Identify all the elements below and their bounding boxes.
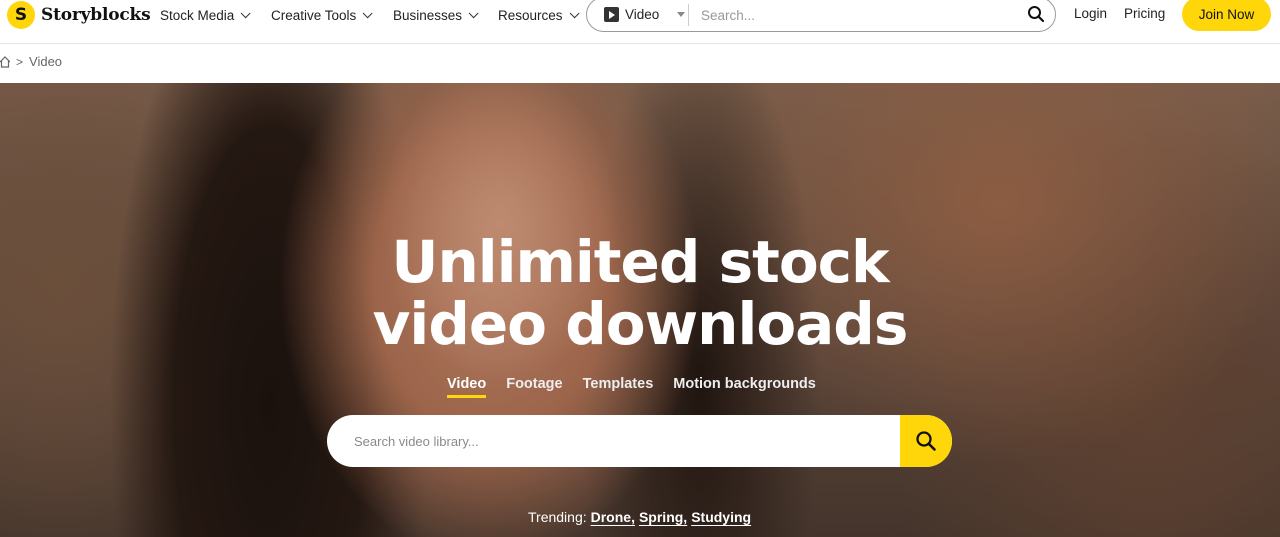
hero-content: Unlimited stock video downloads Video Fo… [0, 83, 1280, 537]
nav-item-businesses[interactable]: Businesses [393, 6, 479, 24]
tab-motion-backgrounds[interactable]: Motion backgrounds [673, 376, 816, 398]
header-search-bar: Video [586, 0, 1056, 32]
nav-item-creative-tools[interactable]: Creative Tools [271, 6, 373, 24]
chevron-down-icon [362, 7, 373, 18]
hero-search-button[interactable] [900, 415, 952, 467]
hero-headline: Unlimited stock video downloads [0, 231, 1280, 355]
login-link[interactable]: Login [1074, 6, 1107, 21]
video-search-input[interactable] [354, 430, 894, 452]
tab-footage[interactable]: Footage [506, 376, 562, 398]
headline-line: Unlimited stock [391, 228, 889, 296]
hero-section: Unlimited stock video downloads Video Fo… [0, 83, 1280, 537]
media-type-dropdown[interactable]: Video [604, 7, 686, 22]
trending-link-studying[interactable]: Studying [691, 509, 751, 525]
nav-item-stock-media[interactable]: Stock Media [160, 6, 251, 24]
home-icon[interactable] [0, 55, 10, 68]
top-navigation: S Storyblocks Stock Media Creative Tools… [0, 0, 1280, 44]
play-icon [604, 7, 619, 22]
category-tabs: Video Footage Templates Motion backgroun… [447, 376, 816, 398]
nav-item-label: Creative Tools [271, 7, 357, 23]
trending-label: Trending: [528, 509, 587, 525]
header-search-input[interactable] [701, 5, 1011, 25]
trending-searches: Trending: Drone, Spring, Studying [528, 509, 751, 525]
chevron-down-icon [468, 7, 479, 18]
tab-video[interactable]: Video [447, 376, 487, 398]
trending-link-drone[interactable]: Drone, [591, 509, 635, 525]
chevron-down-icon [569, 7, 580, 18]
pricing-link[interactable]: Pricing [1124, 6, 1165, 21]
hero-search-bar [327, 415, 952, 467]
divider [688, 4, 689, 26]
headline-line: video downloads [372, 290, 909, 358]
breadcrumb-current[interactable]: Video [29, 54, 62, 69]
logo[interactable]: S Storyblocks [7, 1, 151, 29]
search-icon [916, 431, 936, 451]
breadcrumb-separator: > [16, 54, 24, 69]
brand-name: Storyblocks [41, 5, 151, 25]
storyblocks-logo-icon: S [7, 1, 35, 29]
caret-down-icon [677, 12, 686, 17]
nav-item-label: Stock Media [160, 7, 235, 23]
nav-item-label: Businesses [393, 7, 463, 23]
media-type-label: Video [625, 7, 660, 22]
search-icon[interactable] [1027, 5, 1045, 23]
join-now-button[interactable]: Join Now [1182, 0, 1271, 31]
nav-item-resources[interactable]: Resources [498, 6, 580, 24]
trending-link-spring[interactable]: Spring, [639, 509, 687, 525]
nav-item-label: Resources [498, 7, 563, 23]
chevron-down-icon [240, 7, 251, 18]
tab-templates[interactable]: Templates [583, 376, 654, 398]
breadcrumb: > Video [0, 54, 62, 69]
